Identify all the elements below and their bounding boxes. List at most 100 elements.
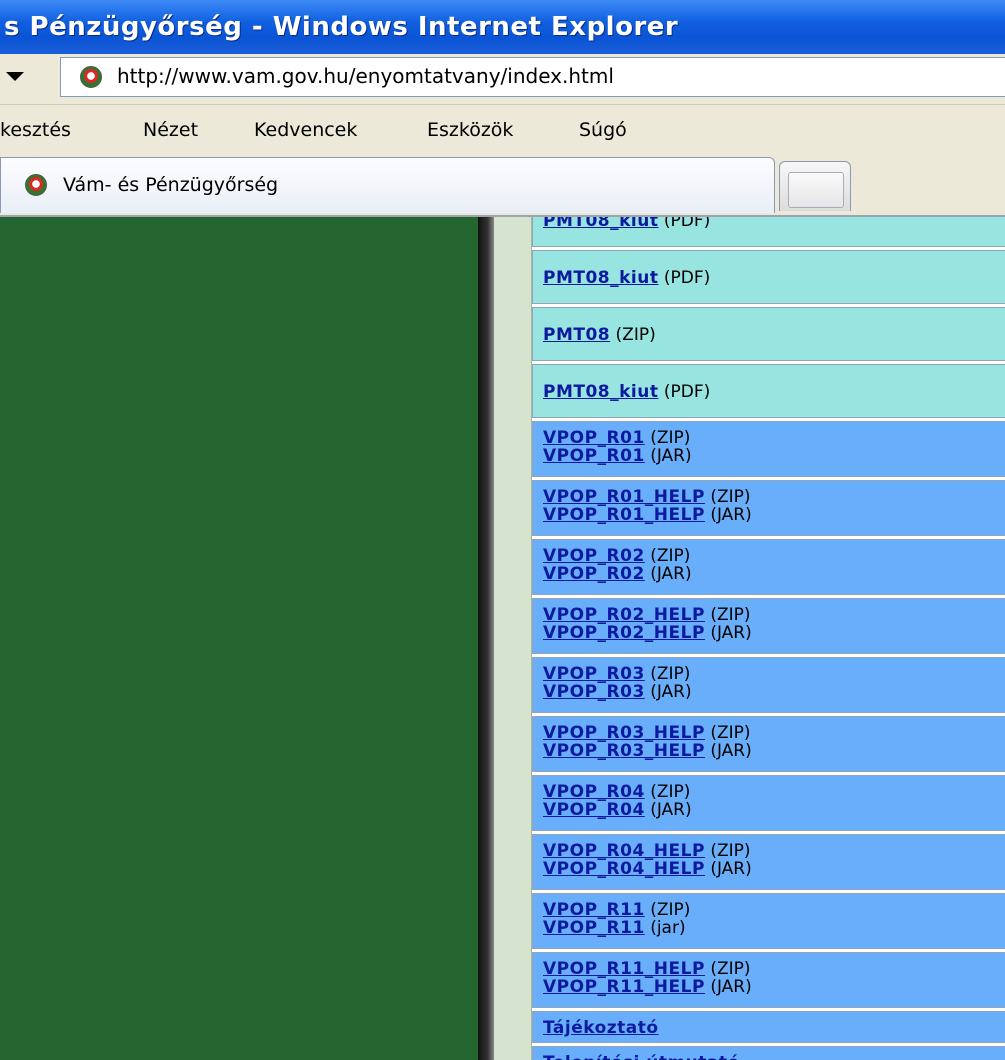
download-link[interactable]: PMT08_kiut bbox=[543, 268, 659, 288]
file-format-label: (ZIP) bbox=[710, 605, 751, 625]
row-line: VPOP_R02_HELP (ZIP) bbox=[543, 605, 751, 625]
download-link[interactable]: VPOP_R03_HELP bbox=[543, 741, 705, 761]
download-link[interactable]: Telepítési útmutató bbox=[543, 1053, 740, 1060]
file-format-label: (JAR) bbox=[650, 682, 692, 702]
table-gutter bbox=[494, 217, 532, 1060]
menu-item-help[interactable]: Súgó bbox=[579, 119, 627, 141]
file-format-label: (JAR) bbox=[710, 859, 752, 879]
download-link[interactable]: PMT08_kiut bbox=[543, 382, 659, 402]
file-format-label: (PDF) bbox=[663, 382, 711, 402]
row-line: Tájékoztató bbox=[543, 1018, 659, 1038]
download-table: PMT08_kiut (PDF) PMT08_kiut (PDF) PMT08 (Z… bbox=[532, 217, 1005, 1060]
row-line: VPOP_R03_HELP (ZIP) bbox=[543, 723, 751, 743]
file-format-label: (ZIP) bbox=[710, 487, 751, 507]
sidebar-shadow bbox=[478, 217, 494, 1060]
download-link[interactable]: PMT08 bbox=[543, 325, 610, 345]
download-link[interactable]: VPOP_R01 bbox=[543, 446, 645, 466]
download-link[interactable]: VPOP_R01_HELP bbox=[543, 487, 705, 507]
table-row: PMT08_kiut (PDF) bbox=[532, 250, 1005, 304]
row-line: VPOP_R04 (JAR) bbox=[543, 800, 692, 820]
download-link[interactable]: VPOP_R11_HELP bbox=[543, 959, 705, 979]
download-link[interactable]: Tájékoztató bbox=[543, 1018, 659, 1038]
file-format-label: (JAR) bbox=[650, 446, 692, 466]
row-line: VPOP_R01_HELP (ZIP) bbox=[543, 487, 751, 507]
file-format-label: (ZIP) bbox=[710, 959, 751, 979]
file-format-label: (ZIP) bbox=[650, 546, 691, 566]
file-format-label: (JAR) bbox=[650, 800, 692, 820]
row-line: VPOP_R04_HELP (JAR) bbox=[543, 859, 752, 879]
green-sidebar bbox=[0, 217, 478, 1060]
new-tab-button[interactable] bbox=[779, 161, 851, 211]
address-field[interactable]: http://www.vam.gov.hu/enyomtatvany/index… bbox=[60, 57, 1005, 97]
row-line: VPOP_R04 (ZIP) bbox=[543, 782, 690, 802]
row-line: PMT08_kiut (PDF) bbox=[543, 217, 710, 231]
download-link[interactable]: VPOP_R11 bbox=[543, 900, 645, 920]
address-url[interactable]: http://www.vam.gov.hu/enyomtatvany/index… bbox=[117, 64, 614, 88]
row-line: VPOP_R01 (ZIP) bbox=[543, 428, 690, 448]
table-row: VPOP_R11_HELP (ZIP) VPOP_R11_HELP (JAR) bbox=[532, 952, 1005, 1008]
row-line: VPOP_R04_HELP (ZIP) bbox=[543, 841, 751, 861]
download-link[interactable]: VPOP_R02_HELP bbox=[543, 605, 705, 625]
file-format-label: (PDF) bbox=[663, 268, 711, 288]
table-row: VPOP_R02 (ZIP) VPOP_R02 (JAR) bbox=[532, 539, 1005, 595]
row-line: VPOP_R11 (ZIP) bbox=[543, 900, 690, 920]
row-line: VPOP_R03 (ZIP) bbox=[543, 664, 690, 684]
row-line: VPOP_R01 (JAR) bbox=[543, 446, 692, 466]
download-link[interactable]: VPOP_R04_HELP bbox=[543, 841, 705, 861]
row-line: VPOP_R03 (JAR) bbox=[543, 682, 692, 702]
download-link[interactable]: VPOP_R04 bbox=[543, 782, 645, 802]
tab-label: Vám- és Pénzügyőrség bbox=[63, 174, 279, 196]
table-row: VPOP_R11 (ZIP) VPOP_R11 (jar) bbox=[532, 893, 1005, 949]
download-link[interactable]: VPOP_R02 bbox=[543, 564, 645, 584]
table-row: VPOP_R04 (ZIP) VPOP_R04 (JAR) bbox=[532, 775, 1005, 831]
menu-bar: kesztés Nézet Kedvencek Eszközök Súgó bbox=[0, 105, 1005, 155]
row-line: VPOP_R02 (ZIP) bbox=[543, 546, 690, 566]
download-link[interactable]: VPOP_R02_HELP bbox=[543, 623, 705, 643]
download-link[interactable]: VPOP_R01_HELP bbox=[543, 505, 705, 525]
file-format-label: (ZIP) bbox=[650, 782, 691, 802]
row-line: VPOP_R11_HELP (ZIP) bbox=[543, 959, 751, 979]
back-history-dropdown-icon[interactable] bbox=[6, 72, 24, 81]
row-line: Telepítési útmutató bbox=[543, 1053, 740, 1060]
table-row: Tájékoztató bbox=[532, 1011, 1005, 1043]
download-link[interactable]: VPOP_R03 bbox=[543, 682, 645, 702]
address-bar: http://www.vam.gov.hu/enyomtatvany/index… bbox=[0, 54, 1005, 105]
table-row: Telepítési útmutató bbox=[532, 1046, 1005, 1060]
file-format-label: (ZIP) bbox=[615, 325, 656, 345]
row-line: PMT08 (ZIP) bbox=[543, 325, 656, 345]
row-line: VPOP_R02 (JAR) bbox=[543, 564, 692, 584]
table-row: VPOP_R04_HELP (ZIP) VPOP_R04_HELP (JAR) bbox=[532, 834, 1005, 890]
download-link[interactable]: VPOP_R04 bbox=[543, 800, 645, 820]
row-line: VPOP_R11_HELP (JAR) bbox=[543, 977, 752, 997]
file-format-label: (JAR) bbox=[710, 505, 752, 525]
table-row: VPOP_R01 (ZIP) VPOP_R01 (JAR) bbox=[532, 421, 1005, 477]
download-link[interactable]: VPOP_R02 bbox=[543, 546, 645, 566]
page-content: PMT08_kiut (PDF) PMT08_kiut (PDF) PMT08 (Z… bbox=[0, 217, 1005, 1060]
download-link[interactable]: VPOP_R11_HELP bbox=[543, 977, 705, 997]
table-row: VPOP_R02_HELP (ZIP) VPOP_R02_HELP (JAR) bbox=[532, 598, 1005, 654]
menu-item-view[interactable]: Nézet bbox=[143, 119, 198, 141]
file-format-label: (ZIP) bbox=[710, 841, 751, 861]
download-link[interactable]: VPOP_R01 bbox=[543, 428, 645, 448]
tab-vam-penzugyorseg[interactable]: Vám- és Pénzügyőrség bbox=[0, 157, 775, 213]
download-link[interactable]: VPOP_R03 bbox=[543, 664, 645, 684]
new-tab-icon bbox=[788, 172, 844, 208]
menu-item-tools[interactable]: Eszközök bbox=[427, 119, 513, 141]
menu-item-favorites[interactable]: Kedvencek bbox=[254, 119, 357, 141]
tab-favicon-icon bbox=[25, 174, 47, 196]
table-row: VPOP_R01_HELP (ZIP) VPOP_R01_HELP (JAR) bbox=[532, 480, 1005, 536]
window-title-bar[interactable]: s Pénzügyőrség - Windows Internet Explor… bbox=[0, 0, 1005, 54]
file-format-label: (JAR) bbox=[710, 741, 752, 761]
row-line: VPOP_R11 (jar) bbox=[543, 918, 686, 938]
file-format-label: (ZIP) bbox=[650, 428, 691, 448]
table-row: PMT08_kiut (PDF) bbox=[532, 217, 1005, 247]
row-line: PMT08_kiut (PDF) bbox=[543, 382, 710, 402]
window-title: s Pénzügyőrség - Windows Internet Explor… bbox=[4, 12, 679, 42]
menu-item-edit[interactable]: kesztés bbox=[0, 119, 71, 141]
download-link[interactable]: PMT08_kiut bbox=[543, 217, 659, 231]
table-row: VPOP_R03_HELP (ZIP) VPOP_R03_HELP (JAR) bbox=[532, 716, 1005, 772]
file-format-label: (PDF) bbox=[663, 217, 711, 231]
download-link[interactable]: VPOP_R03_HELP bbox=[543, 723, 705, 743]
download-link[interactable]: VPOP_R04_HELP bbox=[543, 859, 705, 879]
download-link[interactable]: VPOP_R11 bbox=[543, 918, 645, 938]
